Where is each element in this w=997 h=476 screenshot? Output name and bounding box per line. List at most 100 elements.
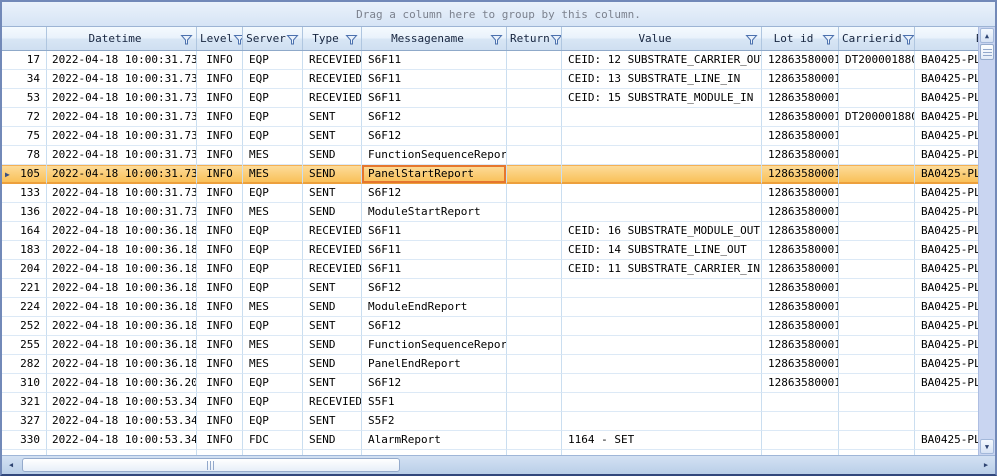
- table-row[interactable]: 2552022-04-18 10:00:36.188INFOMESSENDFun…: [2, 336, 995, 355]
- cell-carrierid[interactable]: [839, 70, 915, 89]
- cell-server[interactable]: EQP: [243, 70, 303, 89]
- cell-lotid[interactable]: 12863580001B: [762, 165, 839, 184]
- cell-messagename[interactable]: AlarmReport: [362, 431, 507, 450]
- cell-messagename[interactable]: S6F12: [362, 184, 507, 203]
- cell-return[interactable]: [507, 184, 562, 203]
- cell-messagename[interactable]: S6F11: [362, 222, 507, 241]
- cell-carrierid[interactable]: [839, 89, 915, 108]
- cell-datetime[interactable]: 2022-04-18 10:00:36.188: [47, 355, 197, 374]
- table-row[interactable]: 782022-04-18 10:00:31.734INFOMESSENDFunc…: [2, 146, 995, 165]
- cell-lotid[interactable]: 12863580001B: [762, 89, 839, 108]
- cell-type[interactable]: SEND: [303, 355, 362, 374]
- column-header-messagename[interactable]: Messagename: [362, 27, 507, 50]
- table-row[interactable]: 752022-04-18 10:00:31.734INFOEQPSENTS6F1…: [2, 127, 995, 146]
- cell-datetime[interactable]: 2022-04-18 10:00:53.344: [47, 412, 197, 431]
- table-row[interactable]: 3272022-04-18 10:00:53.344INFOEQPSENTS5F…: [2, 412, 995, 431]
- cell-type[interactable]: SEND: [303, 146, 362, 165]
- cell-datetime[interactable]: 2022-04-18 10:00:31.734: [47, 203, 197, 222]
- cell-value[interactable]: [562, 146, 762, 165]
- cell-carrierid[interactable]: [839, 127, 915, 146]
- cell-type[interactable]: SEND: [303, 165, 362, 184]
- row-indicator-cell[interactable]: 136: [2, 203, 47, 222]
- cell-type[interactable]: SEND: [303, 431, 362, 450]
- filter-icon[interactable]: [902, 33, 915, 45]
- cell-return[interactable]: [507, 393, 562, 412]
- filter-icon[interactable]: [180, 33, 193, 45]
- cell-type[interactable]: SENT: [303, 184, 362, 203]
- row-indicator-cell[interactable]: 105▶: [2, 165, 47, 184]
- cell-carrierid[interactable]: [839, 412, 915, 431]
- table-row[interactable]: 105▶2022-04-18 10:00:31.734INFOMESSENDPa…: [2, 165, 995, 184]
- table-row[interactable]: 722022-04-18 10:00:31.734INFOEQPSENTS6F1…: [2, 108, 995, 127]
- cell-server[interactable]: MES: [243, 355, 303, 374]
- cell-carrierid[interactable]: [839, 241, 915, 260]
- cell-carrierid[interactable]: [839, 260, 915, 279]
- cell-level[interactable]: INFO: [197, 241, 243, 260]
- cell-type[interactable]: RECEVIED: [303, 393, 362, 412]
- table-row[interactable]: 2042022-04-18 10:00:36.188INFOEQPRECEVIE…: [2, 260, 995, 279]
- table-row[interactable]: 1362022-04-18 10:00:31.734INFOMESSENDMod…: [2, 203, 995, 222]
- cell-messagename[interactable]: S6F12: [362, 374, 507, 393]
- cell-carrierid[interactable]: DT200001880: [839, 51, 915, 70]
- cell-value[interactable]: CEID: 12 SUBSTRATE_CARRIER_OUT: [562, 51, 762, 70]
- table-row[interactable]: 2822022-04-18 10:00:36.188INFOMESSENDPan…: [2, 355, 995, 374]
- cell-carrierid[interactable]: [839, 222, 915, 241]
- cell-return[interactable]: [507, 241, 562, 260]
- cell-level[interactable]: INFO: [197, 298, 243, 317]
- column-header-type[interactable]: Type: [303, 27, 362, 50]
- cell-messagename[interactable]: S6F12: [362, 127, 507, 146]
- cell-messagename[interactable]: S6F12: [362, 317, 507, 336]
- cell-return[interactable]: [507, 70, 562, 89]
- cell-return[interactable]: [507, 108, 562, 127]
- cell-lotid[interactable]: [762, 431, 839, 450]
- scroll-right-button[interactable]: ▶: [978, 457, 994, 473]
- cell-type[interactable]: SENT: [303, 127, 362, 146]
- cell-type[interactable]: RECEVIED: [303, 51, 362, 70]
- cell-level[interactable]: INFO: [197, 355, 243, 374]
- cell-carrierid[interactable]: [839, 298, 915, 317]
- filter-icon[interactable]: [345, 33, 358, 45]
- cell-lotid[interactable]: 12863580001B: [762, 241, 839, 260]
- horizontal-scroll-thumb[interactable]: [22, 458, 400, 472]
- cell-messagename[interactable]: S6F11: [362, 51, 507, 70]
- cell-messagename[interactable]: FunctionSequenceReport: [362, 146, 507, 165]
- cell-carrierid[interactable]: [839, 374, 915, 393]
- cell-server[interactable]: EQP: [243, 222, 303, 241]
- cell-datetime[interactable]: 2022-04-18 10:00:36.188: [47, 241, 197, 260]
- cell-datetime[interactable]: 2022-04-18 10:00:31.734: [47, 70, 197, 89]
- cell-level[interactable]: INFO: [197, 146, 243, 165]
- cell-return[interactable]: [507, 412, 562, 431]
- cell-carrierid[interactable]: [839, 203, 915, 222]
- cell-value[interactable]: [562, 279, 762, 298]
- column-header-datetime[interactable]: Datetime: [47, 27, 197, 50]
- scroll-down-button[interactable]: ▼: [980, 439, 994, 454]
- cell-datetime[interactable]: 2022-04-18 10:00:53.344: [47, 393, 197, 412]
- group-by-panel[interactable]: Drag a column here to group by this colu…: [2, 2, 995, 27]
- cell-server[interactable]: MES: [243, 165, 303, 184]
- cell-level[interactable]: INFO: [197, 165, 243, 184]
- filter-icon[interactable]: [233, 33, 243, 45]
- cell-value[interactable]: [562, 165, 762, 184]
- cell-level[interactable]: INFO: [197, 431, 243, 450]
- cell-type[interactable]: SEND: [303, 203, 362, 222]
- cell-messagename[interactable]: PanelStartReport: [362, 165, 507, 184]
- vertical-scrollbar[interactable]: ▲ ▼: [978, 27, 995, 455]
- table-row[interactable]: 3302022-04-18 10:00:53.344INFOFDCSENDAla…: [2, 431, 995, 450]
- cell-value[interactable]: [562, 127, 762, 146]
- cell-messagename[interactable]: FunctionSequenceReport: [362, 336, 507, 355]
- table-row[interactable]: 3212022-04-18 10:00:53.344INFOEQPRECEVIE…: [2, 393, 995, 412]
- cell-return[interactable]: [507, 165, 562, 184]
- row-indicator-cell[interactable]: 330: [2, 431, 47, 450]
- cell-value[interactable]: CEID: 14 SUBSTRATE_LINE_OUT: [562, 241, 762, 260]
- cell-value[interactable]: [562, 298, 762, 317]
- cell-messagename[interactable]: ModuleEndReport: [362, 298, 507, 317]
- cell-type[interactable]: RECEVIED: [303, 260, 362, 279]
- cell-value[interactable]: [562, 317, 762, 336]
- cell-level[interactable]: INFO: [197, 51, 243, 70]
- row-indicator-cell[interactable]: 224: [2, 298, 47, 317]
- cell-return[interactable]: [507, 51, 562, 70]
- cell-level[interactable]: INFO: [197, 279, 243, 298]
- cell-carrierid[interactable]: [839, 165, 915, 184]
- cell-messagename[interactable]: S5F1: [362, 393, 507, 412]
- column-header-lotid[interactable]: Lot id: [762, 27, 839, 50]
